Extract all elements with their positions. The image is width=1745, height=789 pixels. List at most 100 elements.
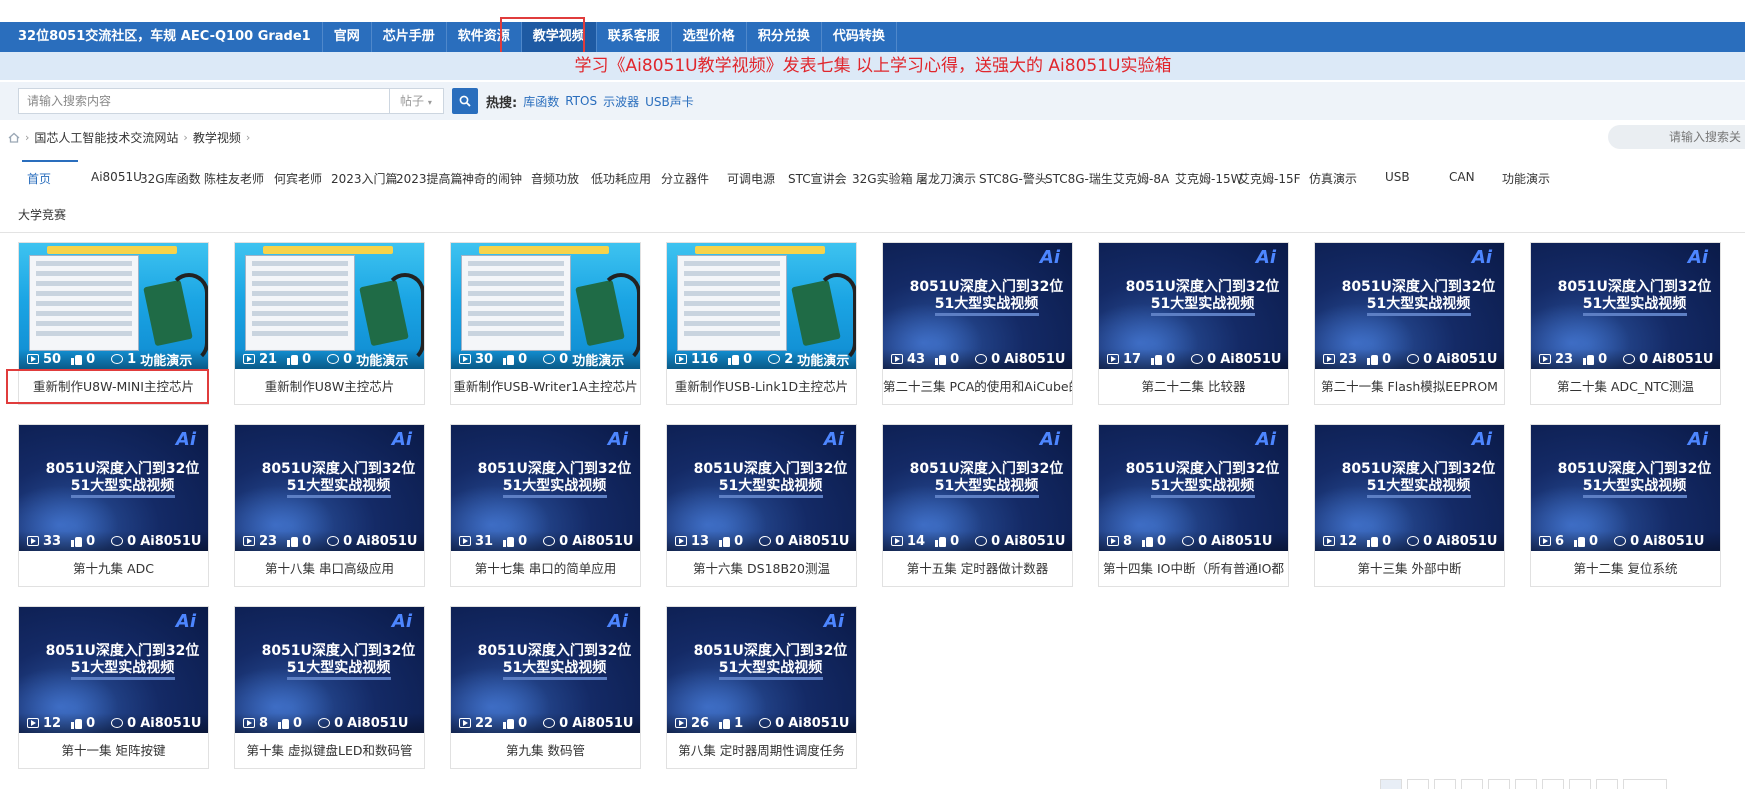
video-card[interactable]: Ai 8051U深度入门到32位 51大型实战视频 22 0 0 Ai8051U 第九集 数码… bbox=[450, 606, 641, 769]
video-title[interactable]: 第十四集 IO中断（所有普通IO都 bbox=[1099, 551, 1288, 587]
video-card[interactable]: Ai 8051U深度入门到32位 51大型实战视频 8 0 0 Ai8051U 第十四集 IO… bbox=[1098, 424, 1289, 587]
category-tab-5[interactable]: 2023入门篇 bbox=[331, 170, 398, 187]
hot-link-rtos[interactable]: RTOS bbox=[565, 94, 597, 108]
page-button[interactable] bbox=[1461, 779, 1483, 789]
video-title[interactable]: 第二十集 ADC_NTC测温 bbox=[1531, 369, 1720, 405]
video-card[interactable]: 50 0 1 功能演示 重新制作U8W-MINI主控芯片 bbox=[18, 242, 209, 405]
breadcrumb-section[interactable]: 教学视频 bbox=[193, 129, 241, 146]
search-input[interactable]: 请输入搜索内容 bbox=[18, 88, 390, 114]
video-title[interactable]: 第十一集 矩阵按键 bbox=[19, 733, 208, 769]
page-button[interactable] bbox=[1380, 779, 1402, 789]
video-title[interactable]: 第九集 数码管 bbox=[451, 733, 640, 769]
video-card[interactable]: Ai 8051U深度入门到32位 51大型实战视频 23 0 0 Ai8051U 第二十一集 … bbox=[1314, 242, 1505, 405]
video-title[interactable]: 第八集 定时器周期性调度任务 bbox=[667, 733, 856, 769]
video-title[interactable]: 重新制作USB-Writer1A主控芯片 bbox=[451, 369, 640, 405]
video-thumbnail[interactable]: Ai 8051U深度入门到32位 51大型实战视频 22 0 0 Ai8051U bbox=[451, 607, 640, 733]
page-button[interactable] bbox=[1596, 779, 1618, 789]
nav-item-5[interactable]: 联系客服 bbox=[597, 22, 672, 52]
video-thumbnail[interactable]: Ai 8051U深度入门到32位 51大型实战视频 12 0 0 Ai8051U bbox=[19, 607, 208, 733]
category-tab-1[interactable]: Ai8051U bbox=[91, 170, 142, 184]
video-title[interactable]: 第二十一集 Flash模拟EEPROM bbox=[1315, 369, 1504, 405]
video-title[interactable]: 第十九集 ADC bbox=[19, 551, 208, 587]
video-title[interactable]: 第十三集 外部中断 bbox=[1315, 551, 1504, 587]
nav-item-2[interactable]: 芯片手册 bbox=[372, 22, 447, 52]
category-tab-19[interactable]: 艾克姆-15F bbox=[1238, 170, 1301, 187]
video-thumbnail[interactable]: 21 0 0 功能演示 bbox=[235, 243, 424, 369]
video-card[interactable]: Ai 8051U深度入门到32位 51大型实战视频 23 0 0 Ai8051U 第十八集 串… bbox=[234, 424, 425, 587]
category-tab-4[interactable]: 何宾老师 bbox=[274, 170, 322, 187]
page-button[interactable] bbox=[1434, 779, 1456, 789]
category-tab-23[interactable]: 功能演示 bbox=[1502, 170, 1550, 187]
video-card[interactable]: Ai 8051U深度入门到32位 51大型实战视频 8 0 0 Ai8051U 第十集 虚拟键… bbox=[234, 606, 425, 769]
video-thumbnail[interactable]: Ai 8051U深度入门到32位 51大型实战视频 8 0 0 Ai8051U bbox=[1099, 425, 1288, 551]
category-tab-15[interactable]: STC8G-警头 bbox=[979, 170, 1047, 187]
hot-link-lib[interactable]: 库函数 bbox=[523, 93, 559, 110]
video-card[interactable]: Ai 8051U深度入门到32位 51大型实战视频 6 0 0 Ai8051U 第十二集 复位… bbox=[1530, 424, 1721, 587]
video-card[interactable]: Ai 8051U深度入门到32位 51大型实战视频 12 0 0 Ai8051U 第十一集 矩… bbox=[18, 606, 209, 769]
category-tab-13[interactable]: 32G实验箱 bbox=[852, 170, 913, 187]
video-thumbnail[interactable]: Ai 8051U深度入门到32位 51大型实战视频 23 0 0 Ai8051U bbox=[1531, 243, 1720, 369]
video-title[interactable]: 重新制作U8W-MINI主控芯片 bbox=[19, 369, 208, 405]
nav-item-8[interactable]: 代码转换 bbox=[822, 22, 897, 52]
page-button[interactable] bbox=[1515, 779, 1537, 789]
video-card[interactable]: 116 0 2 功能演示 重新制作USB-Link1D主控芯片 bbox=[666, 242, 857, 405]
category-tab-8[interactable]: 音频功放 bbox=[531, 170, 579, 187]
category-tab-17[interactable]: 艾克姆-8A bbox=[1113, 170, 1169, 187]
category-tab-2[interactable]: 32G库函数 bbox=[140, 170, 201, 187]
video-title[interactable]: 第二十三集 PCA的使用和AiCube的 bbox=[883, 369, 1072, 405]
page-button[interactable] bbox=[1569, 779, 1591, 789]
hot-link-scope[interactable]: 示波器 bbox=[603, 93, 639, 110]
video-card[interactable]: Ai 8051U深度入门到32位 51大型实战视频 33 0 0 Ai8051U 第十九集 A… bbox=[18, 424, 209, 587]
announcement-text[interactable]: 学习《Ai8051U教学视频》发表七集 以上学习心得，送强大的 Ai8051U实… bbox=[575, 56, 1172, 76]
video-thumbnail[interactable]: Ai 8051U深度入门到32位 51大型实战视频 6 0 0 Ai8051U bbox=[1531, 425, 1720, 551]
video-card[interactable]: 30 0 0 功能演示 重新制作USB-Writer1A主控芯片 bbox=[450, 242, 641, 405]
page-button[interactable] bbox=[1542, 779, 1564, 789]
video-thumbnail[interactable]: 116 0 2 功能演示 bbox=[667, 243, 856, 369]
category-tab-14[interactable]: 屠龙刀演示 bbox=[916, 170, 976, 187]
video-thumbnail[interactable]: Ai 8051U深度入门到32位 51大型实战视频 23 0 0 Ai8051U bbox=[235, 425, 424, 551]
video-card[interactable]: Ai 8051U深度入门到32位 51大型实战视频 14 0 0 Ai8051U 第十五集 定… bbox=[882, 424, 1073, 587]
video-thumbnail[interactable]: Ai 8051U深度入门到32位 51大型实战视频 43 0 0 Ai8051U bbox=[883, 243, 1072, 369]
video-title[interactable]: 第二十二集 比较器 bbox=[1099, 369, 1288, 405]
video-card[interactable]: Ai 8051U深度入门到32位 51大型实战视频 43 0 0 Ai8051U 第二十三集 … bbox=[882, 242, 1073, 405]
category-tab-20[interactable]: 仿真演示 bbox=[1309, 170, 1357, 187]
page-button[interactable] bbox=[1488, 779, 1510, 789]
category-tab-11[interactable]: 可调电源 bbox=[727, 170, 775, 187]
video-thumbnail[interactable]: 30 0 0 功能演示 bbox=[451, 243, 640, 369]
video-title[interactable]: 第十八集 串口高级应用 bbox=[235, 551, 424, 587]
nav-item-4[interactable]: 教学视频 bbox=[521, 22, 597, 52]
category-tab-18[interactable]: 艾克姆-15W bbox=[1175, 170, 1242, 187]
breadcrumb-site[interactable]: 国芯人工智能技术交流网站 bbox=[34, 129, 178, 146]
video-title[interactable]: 第十集 虚拟键盘LED和数码管 bbox=[235, 733, 424, 769]
video-thumbnail[interactable]: Ai 8051U深度入门到32位 51大型实战视频 17 0 0 Ai8051U bbox=[1099, 243, 1288, 369]
video-thumbnail[interactable]: Ai 8051U深度入门到32位 51大型实战视频 26 1 0 Ai8051U bbox=[667, 607, 856, 733]
video-thumbnail[interactable]: Ai 8051U深度入门到32位 51大型实战视频 31 0 0 Ai8051U bbox=[451, 425, 640, 551]
video-card[interactable]: Ai 8051U深度入门到32位 51大型实战视频 13 0 0 Ai8051U 第十六集 D… bbox=[666, 424, 857, 587]
nav-item-0[interactable]: 32位8051交流社区，车规 AEC-Q100 Grade1 bbox=[0, 22, 323, 52]
video-title[interactable]: 第十二集 复位系统 bbox=[1531, 551, 1720, 587]
nav-item-6[interactable]: 选型价格 bbox=[672, 22, 747, 52]
video-thumbnail[interactable]: Ai 8051U深度入门到32位 51大型实战视频 8 0 0 Ai8051U bbox=[235, 607, 424, 733]
hot-link-usb[interactable]: USB声卡 bbox=[645, 93, 694, 110]
page-button[interactable] bbox=[1407, 779, 1429, 789]
search-type-select[interactable]: 帖子 ▾ bbox=[390, 88, 444, 114]
video-card[interactable]: 21 0 0 功能演示 重新制作U8W主控芯片 bbox=[234, 242, 425, 405]
category-tab-3[interactable]: 陈桂友老师 bbox=[204, 170, 264, 187]
nav-item-1[interactable]: 官网 bbox=[323, 22, 372, 52]
video-title[interactable]: 第十五集 定时器做计数器 bbox=[883, 551, 1072, 587]
category-tab-10[interactable]: 分立器件 bbox=[661, 170, 709, 187]
category-tab-16[interactable]: STC8G-瑞生 bbox=[1045, 170, 1113, 187]
video-thumbnail[interactable]: Ai 8051U深度入门到32位 51大型实战视频 14 0 0 Ai8051U bbox=[883, 425, 1072, 551]
video-title[interactable]: 第十七集 串口的简单应用 bbox=[451, 551, 640, 587]
video-thumbnail[interactable]: Ai 8051U深度入门到32位 51大型实战视频 12 0 0 Ai8051U bbox=[1315, 425, 1504, 551]
video-card[interactable]: Ai 8051U深度入门到32位 51大型实战视频 23 0 0 Ai8051U 第二十集 A… bbox=[1530, 242, 1721, 405]
nav-item-7[interactable]: 积分兑换 bbox=[747, 22, 822, 52]
video-thumbnail[interactable]: 50 0 1 功能演示 bbox=[19, 243, 208, 369]
video-thumbnail[interactable]: Ai 8051U深度入门到32位 51大型实战视频 23 0 0 Ai8051U bbox=[1315, 243, 1504, 369]
page-button[interactable] bbox=[1623, 779, 1667, 789]
video-title[interactable]: 重新制作U8W主控芯片 bbox=[235, 369, 424, 405]
video-card[interactable]: Ai 8051U深度入门到32位 51大型实战视频 31 0 0 Ai8051U 第十七集 串… bbox=[450, 424, 641, 587]
home-icon[interactable] bbox=[8, 132, 20, 143]
category-tab-0[interactable]: 首页 bbox=[27, 170, 51, 187]
nav-item-3[interactable]: 软件资源 bbox=[447, 22, 522, 52]
